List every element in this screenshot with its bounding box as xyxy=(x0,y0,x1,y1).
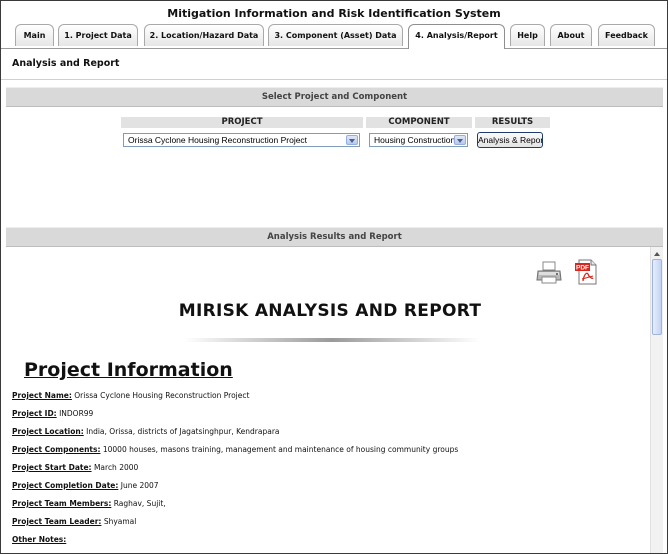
app-title: Mitigation Information and Risk Identifi… xyxy=(167,7,501,20)
component-select-value: Housing Construction xyxy=(374,135,456,145)
tab-about[interactable]: About xyxy=(550,24,592,46)
field-label: Project Completion Date: xyxy=(12,481,119,490)
analysis-report-button[interactable]: Analysis & Report xyxy=(477,132,543,148)
tab-main[interactable]: Main xyxy=(15,24,54,46)
component-column-header: COMPONENT xyxy=(366,117,472,128)
scrollbar-thumb[interactable] xyxy=(652,259,662,335)
field-label: Project ID: xyxy=(12,409,57,418)
field-value: March 2000 xyxy=(93,463,139,472)
tab-feedback[interactable]: Feedback xyxy=(598,24,655,46)
report-title-rule xyxy=(184,338,480,342)
project-select[interactable]: Orissa Cyclone Housing Reconstruction Pr… xyxy=(123,133,360,147)
tab-help[interactable]: Help xyxy=(510,24,545,46)
project-select-value: Orissa Cyclone Housing Reconstruction Pr… xyxy=(128,135,308,145)
project-column-header: PROJECT xyxy=(121,117,363,128)
page-heading: Analysis and Report xyxy=(12,58,120,69)
field-value: Shyamal xyxy=(103,517,137,526)
project-info-list: Project Name: Orissa Cyclone Housing Rec… xyxy=(12,390,458,552)
chevron-down-icon[interactable] xyxy=(454,135,466,145)
field-value: INDOR99 xyxy=(59,409,94,418)
pdf-icon-label: PDF xyxy=(576,265,589,272)
results-column-header: RESULTS xyxy=(475,117,550,128)
heading-divider xyxy=(1,79,667,80)
report-scrollbar[interactable] xyxy=(650,247,663,553)
other-notes-row: Other Notes: xyxy=(12,534,458,552)
field-label: Project Team Leader: xyxy=(12,517,102,526)
project-id-row: Project ID: INDOR99 xyxy=(12,408,458,426)
report-panel[interactable]: PDF MIRISK ANALYSIS AND REPORT Project I… xyxy=(6,247,663,553)
field-value: Orissa Cyclone Housing Reconstruction Pr… xyxy=(74,391,250,400)
report-title: MIRISK ANALYSIS AND REPORT xyxy=(178,301,482,321)
component-select[interactable]: Housing Construction xyxy=(369,133,468,147)
field-label: Other Notes: xyxy=(12,535,67,544)
field-label: Project Components: xyxy=(12,445,101,454)
app-window: Mitigation Information and Risk Identifi… xyxy=(0,0,668,554)
results-section-header: Analysis Results and Report xyxy=(6,227,663,247)
project-location-row: Project Location: India, Orissa, distric… xyxy=(12,426,458,444)
project-start-date-row: Project Start Date: March 2000 xyxy=(12,462,458,480)
project-name-row: Project Name: Orissa Cyclone Housing Rec… xyxy=(12,390,458,408)
field-label: Project Start Date: xyxy=(12,463,92,472)
field-value: Raghav, Sujit, xyxy=(113,499,166,508)
scroll-up-arrow-icon[interactable] xyxy=(651,249,663,259)
tab-location-hazard-data[interactable]: 2. Location/Hazard Data xyxy=(144,24,264,46)
printer-icon[interactable] xyxy=(536,261,562,285)
project-components-row: Project Components: 10000 houses, masons… xyxy=(12,444,458,462)
main-tabs: Main 1. Project Data 2. Location/Hazard … xyxy=(1,24,667,49)
field-value: June 2007 xyxy=(120,481,159,490)
field-value: India, Orissa, districts of Jagatsinghpu… xyxy=(86,427,280,436)
field-label: Project Location: xyxy=(12,427,84,436)
pdf-icon[interactable]: PDF xyxy=(574,259,600,285)
select-section-header: Select Project and Component xyxy=(6,87,663,107)
project-team-leader-row: Project Team Leader: Shyamal xyxy=(12,516,458,534)
field-value: 10000 houses, masons training, managemen… xyxy=(102,445,459,454)
field-label: Project Name: xyxy=(12,391,72,400)
project-completion-date-row: Project Completion Date: June 2007 xyxy=(12,480,458,498)
tab-component-asset-data[interactable]: 3. Component (Asset) Data xyxy=(268,24,403,46)
project-information-heading: Project Information xyxy=(24,359,233,381)
chevron-down-icon[interactable] xyxy=(346,135,358,145)
tab-analysis-report[interactable]: 4. Analysis/Report xyxy=(408,24,505,49)
tab-project-data[interactable]: 1. Project Data xyxy=(58,24,138,46)
field-label: Project Team Members: xyxy=(12,499,112,508)
project-team-members-row: Project Team Members: Raghav, Sujit, xyxy=(12,498,458,516)
